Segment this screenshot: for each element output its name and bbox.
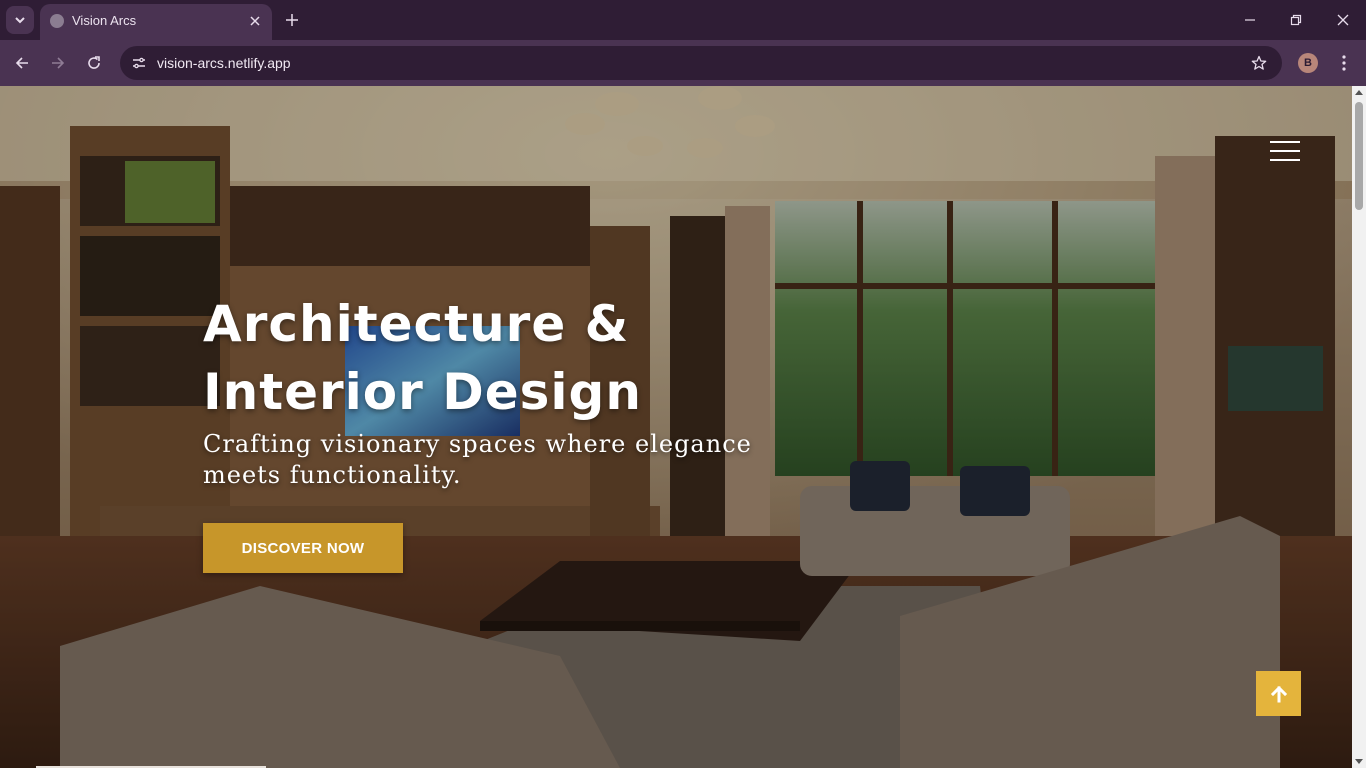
close-tab-button[interactable] xyxy=(246,12,264,30)
arrow-up-icon xyxy=(1270,685,1287,702)
chevron-down-icon xyxy=(15,17,25,24)
scroll-down-arrow-icon[interactable] xyxy=(1355,759,1363,764)
bookmark-button[interactable] xyxy=(1248,52,1270,74)
reload-icon xyxy=(88,56,100,69)
url-text: vision-arcs.netlify.app xyxy=(157,55,291,71)
vertical-scrollbar[interactable] xyxy=(1352,86,1366,768)
close-icon xyxy=(1337,14,1349,26)
hero-title-line-1: Architecture & xyxy=(203,295,630,353)
back-to-top-button[interactable] xyxy=(1256,671,1301,716)
discover-now-button[interactable]: DISCOVER NOW xyxy=(203,523,403,573)
page-viewport: Architecture & Interior Design Crafting … xyxy=(0,86,1352,768)
site-info-button[interactable] xyxy=(128,52,150,74)
globe-icon xyxy=(50,14,64,28)
forward-button[interactable] xyxy=(46,51,70,75)
arrow-left-icon xyxy=(15,57,28,69)
tune-icon xyxy=(133,57,145,69)
arrow-right-icon xyxy=(52,57,65,69)
close-window-button[interactable] xyxy=(1331,8,1355,32)
restore-icon xyxy=(1290,14,1302,26)
hero-subtitle-line-1: Crafting visionary spaces where elegance xyxy=(203,430,752,458)
star-icon xyxy=(1251,55,1267,70)
minimize-icon xyxy=(1245,19,1255,21)
tab-title: Vision Arcs xyxy=(72,13,137,28)
minimize-button[interactable] xyxy=(1238,8,1262,32)
kebab-icon xyxy=(1342,55,1346,71)
reload-button[interactable] xyxy=(82,51,106,75)
browser-tab-bar: Vision Arcs xyxy=(0,0,1366,40)
address-bar[interactable]: vision-arcs.netlify.app xyxy=(120,46,1282,80)
hero-subtitle: Crafting visionary spaces where elegance… xyxy=(203,429,803,491)
restore-button[interactable] xyxy=(1284,8,1308,32)
browser-toolbar: vision-arcs.netlify.app B xyxy=(0,40,1366,86)
scroll-up-arrow-icon[interactable] xyxy=(1355,90,1363,95)
tab-search-button[interactable] xyxy=(6,6,34,34)
hero-overlay xyxy=(0,86,1352,768)
scrollbar-thumb[interactable] xyxy=(1355,102,1363,210)
hero-title: Architecture & Interior Design xyxy=(203,290,843,426)
browser-menu-button[interactable] xyxy=(1334,51,1354,75)
profile-avatar[interactable]: B xyxy=(1298,53,1318,73)
hamburger-icon[interactable] xyxy=(1270,141,1302,163)
tab-vision-arcs[interactable]: Vision Arcs xyxy=(40,4,272,40)
hero-title-line-2: Interior Design xyxy=(203,363,642,421)
hero-subtitle-line-2: meets functionality. xyxy=(203,461,462,489)
back-button[interactable] xyxy=(10,51,34,75)
close-icon xyxy=(250,16,260,26)
new-tab-button[interactable] xyxy=(282,10,302,30)
plus-icon xyxy=(286,14,298,26)
